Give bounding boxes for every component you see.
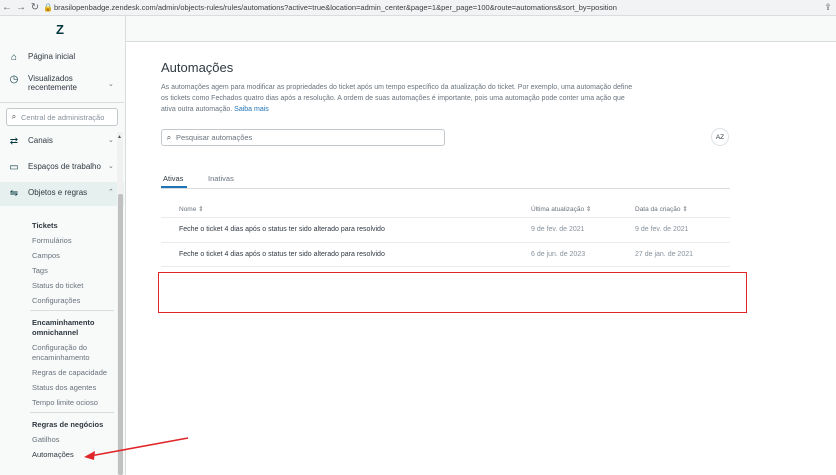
- arrows-swap-icon: ⇄: [9, 136, 19, 147]
- sidebar-link-ticket-status[interactable]: Status do ticket: [32, 281, 83, 290]
- sidebar-link-capacity-rules[interactable]: Regras de capacidade: [32, 368, 107, 377]
- header-divider: [161, 217, 730, 218]
- recent-label-line2: recentemente: [28, 83, 77, 92]
- chevron-down-icon: ⌄: [108, 81, 114, 88]
- clock-icon: ◷: [9, 74, 19, 85]
- sidebar-item-label: Objetos e regras: [28, 188, 88, 197]
- row-1-name[interactable]: Feche o ticket 4 dias após o status ter …: [179, 226, 385, 233]
- sidebar-link-routing-config-line1[interactable]: Configuração do: [32, 343, 87, 352]
- sidebar-item-channels[interactable]: ⇄ Canais ⌄: [0, 136, 124, 147]
- tab-inactive[interactable]: Inativas: [208, 174, 234, 183]
- tabs-divider: [161, 188, 730, 189]
- row-1-created: 9 de fev. de 2021: [635, 226, 689, 233]
- sidebar-link-automations[interactable]: Automações: [32, 450, 74, 459]
- sidebar-item-label: Espaços de trabalho: [28, 162, 101, 171]
- row-divider: [161, 266, 730, 267]
- admin-search-input[interactable]: ⌕ Central de administração: [6, 108, 118, 126]
- divider: [30, 310, 114, 311]
- sidebar-item-label: Visualizados recentemente: [28, 74, 108, 92]
- learn-more-link[interactable]: Saiba mais: [234, 106, 269, 113]
- divider: [30, 412, 114, 413]
- section-business-rules: Regras de negócios: [32, 420, 104, 429]
- sidebar-link-triggers[interactable]: Gatilhos: [32, 435, 60, 444]
- sidebar-link-fields[interactable]: Campos: [32, 251, 60, 260]
- monitor-icon: ▭: [9, 162, 19, 173]
- objects-rules-icon: ⇋: [9, 188, 19, 199]
- top-header: [126, 16, 836, 42]
- browser-toolbar: ← → ↻ 🔒 brasilopenbadge.zendesk.com/admi…: [0, 0, 836, 16]
- page-title: Automações: [161, 60, 234, 75]
- section-routing-line1: Encaminhamento: [32, 318, 95, 327]
- main-content: Automações As automações agem para modif…: [126, 42, 836, 475]
- sidebar-scrollbar-thumb[interactable]: [118, 194, 123, 475]
- row-1-updated: 9 de fev. de 2021: [531, 226, 585, 233]
- sidebar-item-objects-rules[interactable]: ⇋ Objetos e regras ⌃: [0, 182, 124, 206]
- sidebar-link-tags[interactable]: Tags: [32, 266, 48, 275]
- column-header-name[interactable]: Nome ⇕: [179, 205, 204, 213]
- row-2-updated: 6 de jun. de 2023: [531, 251, 586, 258]
- sidebar-item-recent[interactable]: ◷ Visualizados recentemente ⌄: [0, 74, 124, 92]
- recent-label-line1: Visualizados: [28, 74, 73, 83]
- description-text: As automações agem para modificar as pro…: [161, 84, 633, 113]
- column-header-created[interactable]: Data da criação ⇕: [635, 205, 688, 213]
- sidebar-item-label: Canais: [28, 136, 53, 145]
- section-tickets: Tickets: [32, 221, 58, 230]
- share-icon[interactable]: ⇪: [820, 2, 836, 13]
- admin-sidebar: Z ⌂ Página inicial ◷ Visualizados recent…: [0, 16, 126, 475]
- scroll-up-icon[interactable]: ▲: [117, 134, 122, 140]
- address-bar[interactable]: brasilopenbadge.zendesk.com/admin/object…: [54, 3, 820, 12]
- sidebar-link-routing-config-line2[interactable]: encaminhamento: [32, 353, 90, 362]
- sidebar-link-forms[interactable]: Formulários: [32, 236, 72, 245]
- tab-active[interactable]: Ativas: [163, 174, 183, 183]
- search-placeholder: Central de administração: [21, 112, 105, 122]
- row-divider: [161, 242, 730, 243]
- back-icon[interactable]: ←: [0, 2, 14, 13]
- lock-icon[interactable]: 🔒: [42, 3, 54, 12]
- sidebar-item-workspaces[interactable]: ▭ Espaços de trabalho ⌄: [0, 162, 124, 173]
- column-header-updated[interactable]: Última atualização ⇕: [531, 205, 591, 213]
- sidebar-link-settings[interactable]: Configurações: [32, 296, 80, 305]
- sidebar-item-home[interactable]: ⌂ Página inicial: [0, 52, 124, 63]
- page-description: As automações agem para modificar as pro…: [161, 82, 636, 115]
- search-placeholder: Pesquisar automações: [176, 133, 253, 142]
- divider: [0, 102, 124, 103]
- automations-search-input[interactable]: ⌕ Pesquisar automações: [161, 129, 445, 146]
- row-2-created: 27 de jan. de 2021: [635, 251, 693, 258]
- forward-icon[interactable]: →: [14, 2, 28, 13]
- row-2-name[interactable]: Feche o ticket 4 dias após o status ter …: [179, 251, 385, 258]
- sort-az-button[interactable]: AZ: [711, 128, 729, 146]
- sidebar-link-agent-status[interactable]: Status dos agentes: [32, 383, 96, 392]
- highlight-empty-area: [158, 272, 747, 313]
- search-icon: ⌕: [11, 112, 17, 121]
- sidebar-item-label: Página inicial: [28, 52, 76, 61]
- zendesk-logo-icon[interactable]: Z: [56, 22, 64, 37]
- search-icon: ⌕: [166, 132, 172, 142]
- sidebar-link-idle-timeout[interactable]: Tempo limite ocioso: [32, 398, 98, 407]
- home-icon: ⌂: [10, 52, 18, 63]
- section-routing-line2: omnichannel: [32, 328, 79, 337]
- reload-icon[interactable]: ↻: [28, 2, 42, 13]
